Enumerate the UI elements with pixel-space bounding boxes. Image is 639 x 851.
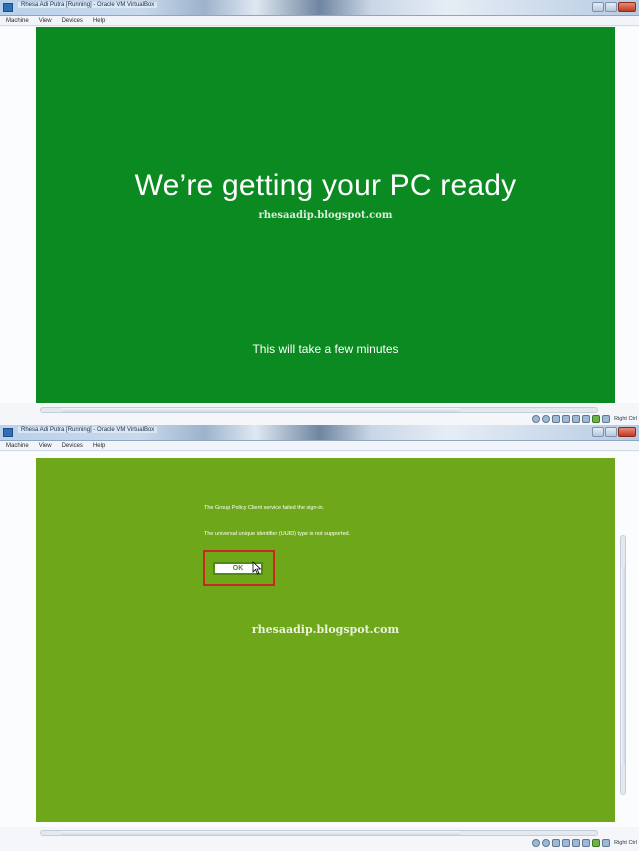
- usb-icon[interactable]: [552, 415, 561, 423]
- optical-drive-icon[interactable]: [542, 839, 551, 847]
- guest-screen[interactable]: We’re getting your PC ready rhesaadip.bl…: [36, 27, 615, 403]
- network-icon[interactable]: [572, 839, 581, 847]
- hard-disk-icon[interactable]: [532, 839, 541, 847]
- shared-folders-icon[interactable]: [562, 839, 571, 847]
- menu-view[interactable]: View: [39, 16, 52, 25]
- menu-help[interactable]: Help: [93, 16, 105, 25]
- keyboard-capture-icon[interactable]: [602, 839, 611, 847]
- menu-view[interactable]: View: [39, 441, 52, 450]
- status-bar: Right Ctrl: [532, 413, 637, 425]
- mouse-cursor-icon: [252, 561, 262, 575]
- horizontal-scrollbar[interactable]: [40, 830, 598, 836]
- vertical-scrollbar[interactable]: [620, 535, 626, 795]
- error-message-line-1: The Group Policy Client service failed t…: [204, 505, 325, 511]
- error-message-line-2: The universal unique identifier (UUID) t…: [204, 531, 351, 537]
- menu-machine[interactable]: Machine: [6, 441, 29, 450]
- shared-folders-icon[interactable]: [562, 415, 571, 423]
- virtualbox-app-icon: [3, 428, 13, 437]
- virtualbox-window-1: Rhesa Adi Putra [Running] - Oracle VM Vi…: [0, 0, 639, 425]
- scrollbar-thumb[interactable]: [621, 566, 625, 766]
- menu-devices[interactable]: Devices: [62, 441, 83, 450]
- menu-devices[interactable]: Devices: [62, 16, 83, 25]
- status-bar: Right Ctrl: [532, 837, 637, 849]
- host-key-label: Right Ctrl: [614, 840, 637, 846]
- host-key-label: Right Ctrl: [614, 416, 637, 422]
- display-icon[interactable]: [582, 839, 591, 847]
- vm-display-area: The Group Policy Client service failed t…: [0, 452, 639, 827]
- maximize-icon[interactable]: [605, 427, 617, 437]
- setup-subtitle: This will take a few minutes: [252, 342, 399, 356]
- network-icon[interactable]: [572, 415, 581, 423]
- menu-machine[interactable]: Machine: [6, 16, 29, 25]
- close-icon[interactable]: [618, 2, 636, 12]
- minimize-icon[interactable]: [592, 2, 604, 12]
- minimize-icon[interactable]: [592, 427, 604, 437]
- title-bar[interactable]: Rhesa Adi Putra [Running] - Oracle VM Vi…: [0, 425, 639, 441]
- window-title: Rhesa Adi Putra [Running] - Oracle VM Vi…: [18, 2, 158, 8]
- menu-bar: Machine View Devices Help: [0, 16, 639, 26]
- virtualbox-app-icon: [3, 3, 13, 12]
- guest-screen[interactable]: The Group Policy Client service failed t…: [36, 458, 615, 822]
- setup-heading: We’re getting your PC ready: [134, 169, 517, 202]
- window-controls: [592, 427, 636, 438]
- scrollbar-thumb[interactable]: [61, 831, 461, 835]
- menu-help[interactable]: Help: [93, 441, 105, 450]
- virtualbox-window-2: Rhesa Adi Putra [Running] - Oracle VM Vi…: [0, 425, 639, 851]
- watermark: rhesaadip.blogspot.com: [251, 623, 400, 636]
- horizontal-scrollbar[interactable]: [40, 407, 598, 413]
- display-icon[interactable]: [582, 415, 591, 423]
- close-icon[interactable]: [618, 427, 636, 437]
- scrollbar-thumb[interactable]: [61, 408, 461, 412]
- watermark: rhesaadip.blogspot.com: [258, 210, 393, 221]
- window-controls: [592, 2, 636, 13]
- maximize-icon[interactable]: [605, 2, 617, 12]
- keyboard-capture-icon[interactable]: [602, 415, 611, 423]
- menu-bar: Machine View Devices Help: [0, 441, 639, 451]
- hard-disk-icon[interactable]: [532, 415, 541, 423]
- title-bar[interactable]: Rhesa Adi Putra [Running] - Oracle VM Vi…: [0, 0, 639, 16]
- mouse-integration-icon[interactable]: [592, 839, 601, 847]
- usb-icon[interactable]: [552, 839, 561, 847]
- window-title: Rhesa Adi Putra [Running] - Oracle VM Vi…: [18, 427, 158, 433]
- vm-display-area: We’re getting your PC ready rhesaadip.bl…: [0, 27, 639, 403]
- mouse-integration-icon[interactable]: [592, 415, 601, 423]
- optical-drive-icon[interactable]: [542, 415, 551, 423]
